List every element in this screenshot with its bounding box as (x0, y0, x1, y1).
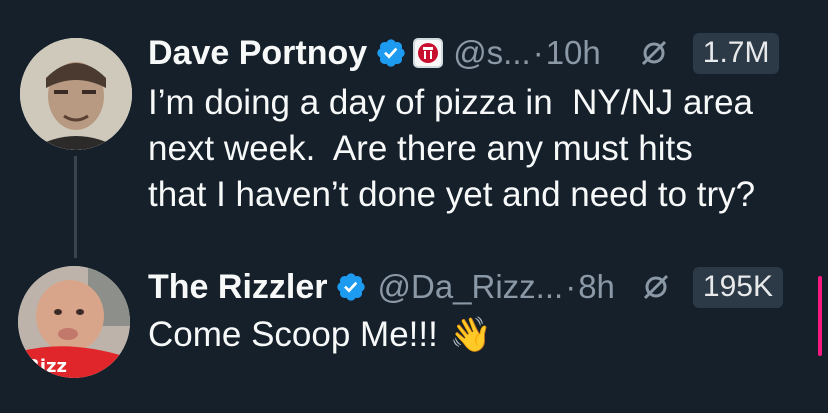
tweet-text-line: next week. Are there any must hits (148, 129, 693, 168)
thread-connector-line (74, 156, 77, 258)
tweet-header: The Rizzler @Da_Rizz... · 8h 195K (148, 262, 783, 312)
svg-text:Rizz: Rizz (26, 356, 67, 377)
author-handle[interactable]: @s... (453, 34, 531, 72)
tweet-text-line: Come Scoop Me!!! (148, 315, 438, 354)
grok-icon[interactable] (639, 38, 669, 68)
grok-icon[interactable] (641, 272, 671, 302)
tweet-text-line: I’m doing a day of pizza in NY/NJ area (148, 83, 754, 122)
waving-hand-emoji: 👋 (449, 316, 493, 354)
author-name[interactable]: Dave Portnoy (148, 34, 367, 73)
author-handle[interactable]: @Da_Rizz... (377, 268, 563, 306)
avatar-the-rizzler[interactable]: Rizz (18, 266, 130, 378)
tweet-header: Dave Portnoy @s... · 10h 1.7M (148, 28, 780, 78)
view-count-badge[interactable]: 195K (692, 266, 783, 308)
separator-dot: · (532, 34, 544, 71)
tweet-text: Come Scoop Me!!! 👋 (148, 312, 808, 358)
view-count-badge[interactable]: 1.7M (692, 32, 780, 74)
timestamp[interactable]: 8h (578, 268, 615, 306)
separator-dot: · (565, 268, 577, 305)
scroll-indicator[interactable] (818, 276, 822, 356)
barstool-affiliate-icon[interactable] (413, 38, 444, 68)
tweet-text: I’m doing a day of pizza in NY/NJ area n… (148, 80, 828, 218)
verified-badge-icon (335, 271, 367, 303)
avatar-dave-portnoy[interactable] (20, 38, 132, 150)
verified-badge-icon (375, 37, 407, 69)
tweet-text-line: that I haven’t done yet and need to try? (148, 175, 756, 214)
author-name[interactable]: The Rizzler (148, 268, 327, 307)
timestamp[interactable]: 10h (546, 34, 601, 72)
